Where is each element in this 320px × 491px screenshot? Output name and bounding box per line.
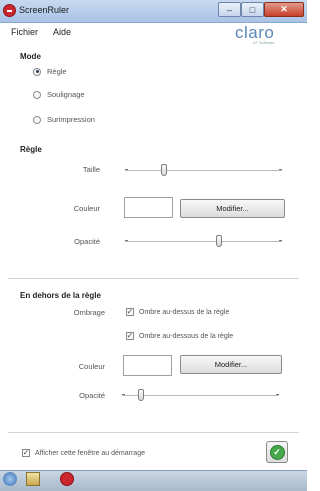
- radio-label: Surimpression: [47, 115, 95, 124]
- menu-help[interactable]: Aide: [53, 27, 71, 37]
- radio-option-underline[interactable]: Soulignage: [33, 90, 85, 99]
- checkbox-label: Afficher cette fenêtre au démarrage: [35, 449, 145, 457]
- outside-color-swatch[interactable]: [123, 355, 172, 376]
- ruler-opacity-slider-thumb[interactable]: [216, 235, 223, 247]
- brand-logo: claro AT Software: [235, 23, 295, 45]
- outside-opacity-slider-thumb[interactable]: [137, 389, 144, 401]
- checkbox-show-at-startup[interactable]: ✓ Afficher cette fenêtre au démarrage: [22, 449, 145, 457]
- section-outside-heading: En dehors de la règle: [20, 291, 101, 300]
- radio-button[interactable]: [33, 90, 41, 99]
- radio-button[interactable]: [33, 115, 41, 124]
- radio-label: Règle: [47, 67, 67, 76]
- outside-color-label: Couleur: [78, 362, 105, 371]
- check-icon: ✓: [126, 331, 134, 340]
- logo-tagline: AT Software: [253, 40, 275, 45]
- app-icon: [3, 4, 16, 17]
- minimize-button[interactable]: –: [218, 2, 241, 17]
- outside-opacity-label: Opacité: [79, 391, 105, 400]
- window-title: ScreenRuler: [19, 5, 70, 15]
- outside-opacity-slider-track[interactable]: [122, 394, 279, 396]
- maximize-button[interactable]: □: [241, 2, 264, 17]
- section-divider: [8, 278, 299, 279]
- size-slider-track[interactable]: [125, 169, 282, 171]
- shade-label: Ombrage: [73, 308, 105, 317]
- checkmark-icon: ✓: [269, 444, 285, 460]
- section-divider: [8, 432, 299, 433]
- radio-option-overlay[interactable]: Surimpression: [33, 115, 95, 124]
- ruler-opacity-label: Opacité: [74, 237, 100, 246]
- size-label: Taille: [82, 165, 100, 174]
- start-orb-icon[interactable]: [3, 472, 17, 486]
- check-icon: ✓: [126, 307, 134, 316]
- checkbox[interactable]: ✓: [126, 332, 134, 340]
- section-mode-heading: Mode: [20, 52, 41, 61]
- ok-button[interactable]: ✓: [266, 441, 288, 463]
- ruler-opacity-slider-track[interactable]: [125, 240, 282, 242]
- ruler-color-swatch[interactable]: [124, 197, 173, 218]
- section-ruler-heading: Règle: [20, 145, 42, 154]
- folder-icon[interactable]: [26, 472, 40, 486]
- ruler-color-modify-button[interactable]: Modifier...: [180, 199, 285, 218]
- close-icon: ✕: [280, 4, 288, 14]
- close-button[interactable]: ✕: [264, 2, 304, 17]
- checkbox-shade-above[interactable]: ✓ Ombre au-dessus de la règle: [126, 308, 229, 316]
- checkbox-label: Ombre au-dessus de la règle: [139, 308, 230, 316]
- checkbox[interactable]: ✓: [126, 308, 134, 316]
- radio-option-rule[interactable]: Règle: [33, 67, 67, 76]
- minimize-icon: –: [226, 4, 232, 15]
- size-slider-thumb[interactable]: [161, 164, 168, 176]
- outside-color-modify-button[interactable]: Modifier...: [180, 355, 282, 374]
- taskbar: [0, 470, 307, 491]
- checkbox-shade-below[interactable]: ✓ Ombre au-dessous de la règle: [126, 332, 233, 340]
- checkbox-label: Ombre au-dessous de la règle: [139, 332, 234, 340]
- radio-button[interactable]: [33, 67, 41, 76]
- screenruler-taskbar-icon[interactable]: [60, 472, 74, 486]
- radio-label: Soulignage: [47, 90, 85, 99]
- menu-file[interactable]: Fichier: [11, 27, 38, 37]
- maximize-icon: □: [249, 4, 256, 15]
- check-icon: ✓: [22, 448, 30, 457]
- checkbox[interactable]: ✓: [22, 449, 30, 457]
- ruler-color-label: Couleur: [73, 204, 100, 213]
